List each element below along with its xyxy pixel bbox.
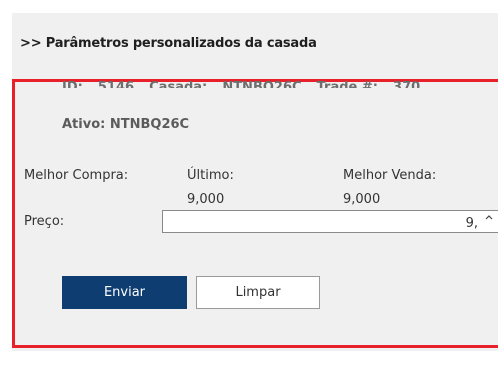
last-value: 9,000 [187,192,225,207]
clear-button[interactable]: Limpar [196,276,320,309]
id-label: ID: [62,80,83,88]
best-buy-label: Melhor Compra: [24,168,129,183]
trade-value: 370 [393,80,421,88]
trade-id-line: ID: 5146 Casada: NTNBQ26C Trade #: 370 [62,66,420,88]
page: >> Parâmetros personalizados da casada I… [0,0,498,378]
page-title: >> Parâmetros personalizados da casada [20,36,317,51]
price-input[interactable]: 9, [162,210,498,233]
ativo-label: Ativo: NTNBQ26C [62,117,190,132]
price-label: Preço: [24,214,65,229]
send-button[interactable]: Enviar [62,276,187,309]
trade-label: Trade #: [316,80,378,88]
spin-up-arrow-icon[interactable] [482,211,496,232]
casada-value: NTNBQ26C [222,80,302,88]
last-label: Último: [187,168,234,183]
price-input-value: 9, [465,216,478,231]
best-sell-label: Melhor Venda: [343,168,437,183]
id-value: 5146 [97,80,135,88]
casada-label: Casada: [149,80,208,88]
best-sell-value: 9,000 [343,192,381,207]
